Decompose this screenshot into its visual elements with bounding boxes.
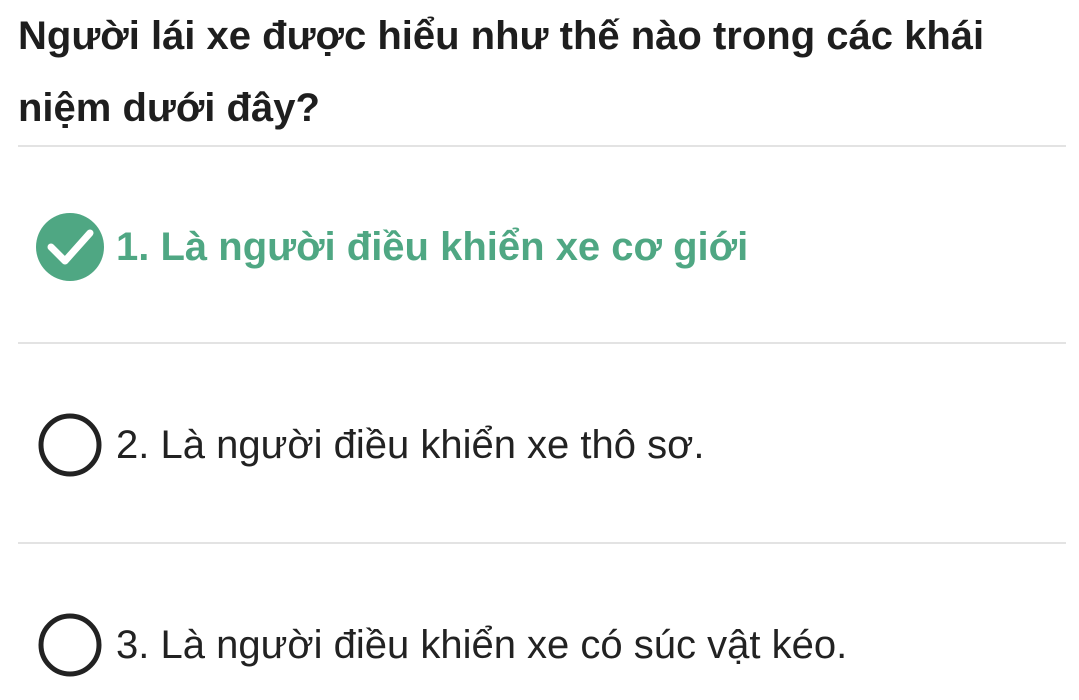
check-circle-icon xyxy=(36,213,104,281)
answer-option-3[interactable]: 3. Là người điều khiển xe có súc vật kéo… xyxy=(18,590,1068,700)
answer-option-2-label: 2. Là người điều khiển xe thô sơ. xyxy=(116,423,705,467)
answer-option-2[interactable]: 2. Là người điều khiển xe thô sơ. xyxy=(18,390,1068,500)
divider xyxy=(18,145,1066,147)
divider xyxy=(18,342,1066,344)
question-text: Người lái xe được hiểu như thế nào trong… xyxy=(18,14,985,130)
answer-option-3-label: 3. Là người điều khiển xe có súc vật kéo… xyxy=(116,623,848,667)
divider xyxy=(18,542,1066,544)
radio-empty-icon xyxy=(36,411,104,479)
answer-option-1-label: 1. Là người điều khiển xe cơ giới xyxy=(116,225,749,269)
radio-empty-icon xyxy=(36,611,104,679)
answer-option-1[interactable]: 1. Là người điều khiển xe cơ giới xyxy=(18,192,1068,302)
